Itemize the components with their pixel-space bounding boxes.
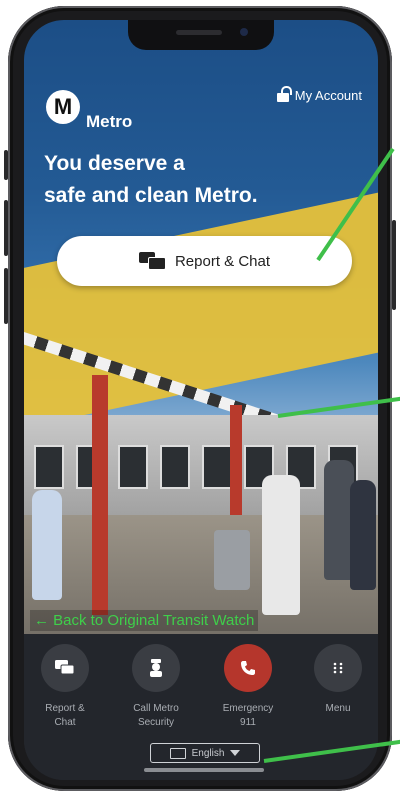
report-chat-label: Report & Chat (174, 252, 271, 270)
trash-bin (214, 530, 250, 590)
my-account-label: My Account (294, 88, 362, 103)
commuter (262, 475, 300, 615)
brand-name: Metro (86, 112, 133, 131)
commuter (32, 490, 62, 600)
phone-icon (224, 644, 272, 692)
phone-notch (128, 20, 274, 50)
nav-menu[interactable]: Menu (298, 644, 378, 716)
caret-down-icon (230, 750, 241, 756)
phone-power-button (392, 220, 396, 310)
chat-icon (41, 644, 89, 692)
language-label: English (191, 747, 225, 759)
metro-logo: M (46, 90, 80, 124)
back-to-original-link[interactable]: ← Back to Original Transit Watch (30, 610, 259, 631)
red-pillar (230, 405, 242, 515)
nav-report-chat[interactable]: Report & Chat (25, 644, 105, 730)
report-chat-button[interactable]: Report & Chat (57, 236, 352, 286)
grid-menu-icon (314, 644, 362, 692)
unlock-icon (276, 86, 292, 102)
nav-call-security[interactable]: Call Metro Security (116, 644, 196, 730)
commuter (350, 480, 376, 590)
phone-volume-up (4, 200, 8, 256)
hero-headline: You deserve a safe and clean Metro. (44, 152, 258, 207)
home-indicator (144, 768, 264, 772)
my-account-link[interactable]: My Account (276, 86, 362, 103)
chat-icon (138, 252, 166, 270)
phone-volume-down (4, 268, 8, 324)
app-screen: M Metro My Account You deserve a safe an… (24, 20, 378, 780)
camera-lens (240, 28, 248, 36)
language-icon (169, 747, 186, 759)
speaker-grille (176, 30, 222, 35)
language-selector[interactable]: English (150, 743, 260, 763)
security-officer-icon (132, 644, 180, 692)
red-pillar (92, 375, 108, 615)
nav-emergency-911[interactable]: Emergency 911 (208, 644, 288, 730)
phone-side-button (4, 150, 8, 180)
